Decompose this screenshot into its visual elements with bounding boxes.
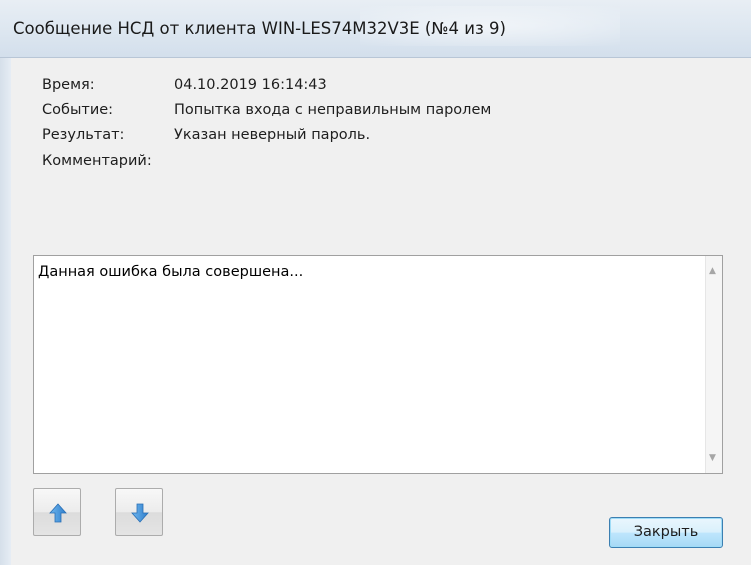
result-label: Результат: [42,127,125,143]
window-title: Сообщение НСД от клиента WIN-LES74M32V3E… [13,19,506,38]
comment-memo[interactable]: Данная ошибка была совершена... ▲ ▼ [33,255,723,474]
arrow-down-icon [131,503,149,523]
event-value: Попытка входа с неправильным паролем [174,102,492,118]
previous-message-button[interactable] [33,488,81,536]
scroll-up-icon[interactable]: ▲ [709,266,716,276]
window-frame-left [0,58,11,565]
comment-label: Комментарий: [42,153,152,169]
event-label: Событие: [42,102,114,118]
time-label: Время: [42,77,95,93]
title-bar[interactable]: Сообщение НСД от клиента WIN-LES74M32V3E… [0,0,751,58]
result-value: Указан неверный пароль. [174,127,371,143]
close-button[interactable]: Закрыть [609,517,723,548]
memo-scrollbar[interactable]: ▲ ▼ [705,256,722,473]
arrow-up-icon [49,503,67,523]
memo-text: Данная ошибка была совершена... [38,264,304,280]
time-value: 04.10.2019 16:14:43 [174,77,327,93]
next-message-button[interactable] [115,488,163,536]
scroll-down-icon[interactable]: ▼ [709,453,716,463]
